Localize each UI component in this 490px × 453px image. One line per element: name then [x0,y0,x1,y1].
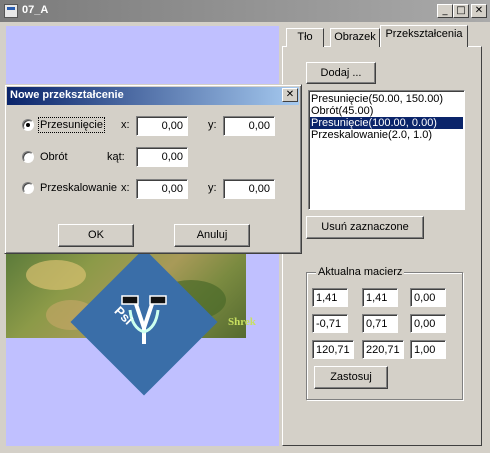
matrix-cell[interactable]: 0,71 [362,314,398,333]
translate-x-field[interactable]: 0,00 [136,116,188,136]
radio-translate[interactable] [22,119,34,131]
matrix-cell[interactable]: 1,41 [312,288,348,307]
matrix-cell[interactable]: 1,00 [410,340,446,359]
angle-label: kąt: [107,151,125,163]
dialog-close-button[interactable]: ✕ [282,88,298,102]
ok-button[interactable]: OK [58,224,134,247]
matrix-cell[interactable]: 0,00 [410,314,446,333]
matrix-cell[interactable]: 1,41 [362,288,398,307]
window-titlebar[interactable] [0,0,490,22]
new-transform-dialog [4,84,302,254]
radio-rotate[interactable] [22,151,34,163]
add-button[interactable]: Dodaj ... [306,62,376,84]
minimize-button[interactable]: _ [437,4,453,18]
angle-field[interactable]: 0,00 [136,147,188,167]
list-item[interactable]: Presunięcie(50.00, 150.00) [310,93,463,105]
scale-x-field[interactable]: 0,00 [136,179,188,199]
translate-y-field[interactable]: 0,00 [223,116,275,136]
matrix-cell[interactable]: 0,00 [410,288,446,307]
cancel-button[interactable]: Anuluj [174,224,250,247]
x-label: x: [121,119,130,131]
list-item[interactable]: Przeskalowanie(2.0, 1.0) [310,129,463,141]
close-button[interactable]: ✕ [471,4,487,18]
maximize-button[interactable]: □ [453,4,469,18]
remove-selected-button[interactable]: Usuń zaznaczone [306,216,424,239]
radio-scale-label[interactable]: Przeskalowanie [40,182,117,194]
matrix-cell[interactable]: -0,71 [312,314,348,333]
radio-rotate-label[interactable]: Obrót [40,151,68,163]
window-title: 07_A [22,4,49,16]
apply-button[interactable]: Zastosuj [314,366,388,389]
list-item[interactable]: Obrót(45.00) [310,105,463,117]
tab-transforms[interactable]: Przekształcenia [380,25,468,47]
y-label: y: [208,182,217,194]
dialog-title: Nowe przekształcenie [10,89,124,101]
tab-background[interactable]: Tło [286,28,324,47]
matrix-cell[interactable]: 120,71 [312,340,354,359]
app-icon [4,4,18,18]
matrix-group-label: Aktualna macierz [316,266,405,278]
matrix-cell[interactable]: 220,71 [362,340,404,359]
transforms-list[interactable]: Presunięcie(50.00, 150.00) Obrót(45.00) … [308,90,465,210]
scale-y-field[interactable]: 0,00 [223,179,275,199]
tab-image[interactable]: Obrazek [330,28,380,47]
radio-scale[interactable] [22,182,34,194]
y-label: y: [208,119,217,131]
radio-translate-label[interactable]: Przesunięcie [38,117,105,133]
shrek-logo: Shrek [228,316,256,328]
x-label: x: [121,182,130,194]
list-item-selected[interactable]: Presunięcie(100.00, 0.00) [310,117,463,129]
